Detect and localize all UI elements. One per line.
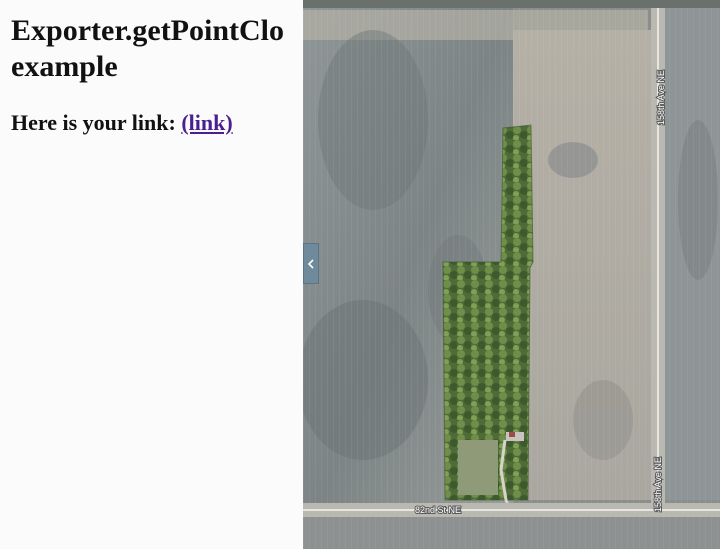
link-line: Here is your link: (link) bbox=[11, 109, 233, 137]
road-label-158th-south: 158th Ave NE bbox=[653, 457, 663, 512]
title-container: Exporter.getPointCloud example bbox=[11, 13, 283, 93]
link-prefix: Here is your link: bbox=[11, 110, 182, 135]
road-label-82nd: 82nd St NE bbox=[415, 505, 461, 515]
page-title: Exporter.getPointCloud example bbox=[11, 14, 283, 83]
satellite-map[interactable]: 158th Ave NE 158th Ave NE 82nd St NE bbox=[303, 0, 720, 549]
info-panel: Exporter.getPointCloud example Here is y… bbox=[0, 0, 303, 549]
export-link[interactable]: (link) bbox=[181, 110, 232, 135]
chevron-left-icon bbox=[307, 258, 314, 269]
satellite-image[interactable]: 158th Ave NE 158th Ave NE 82nd St NE bbox=[303, 0, 720, 549]
panel-collapse-button[interactable] bbox=[303, 243, 319, 284]
page: Exporter.getPointCloud example Here is y… bbox=[0, 0, 720, 549]
road-label-158th-north: 158th Ave NE bbox=[656, 70, 666, 125]
